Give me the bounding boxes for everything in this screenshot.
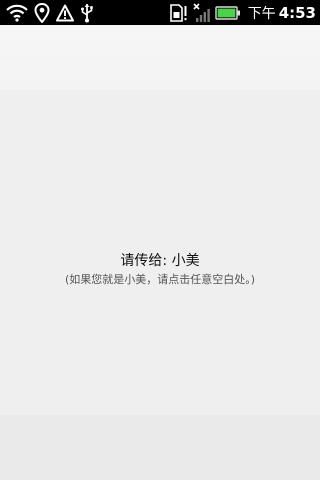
screen[interactable]: 下午 4:53 请传给: 小美 (如果您就是小美，请点击任意空白处。) (0, 0, 320, 480)
sim-card-alert-icon (169, 3, 187, 22)
prompt-title: 请传给: 小美 (120, 253, 200, 269)
clock-ampm: 下午 (247, 5, 276, 22)
clock: 下午 4:53 (248, 3, 316, 23)
prompt-hint: (如果您就是小美，请点击任意空白处。) (64, 273, 256, 286)
status-bar-system: 下午 4:53 (169, 2, 316, 23)
clock-time: 4:53 (278, 3, 316, 22)
bottom-band[interactable] (0, 415, 320, 480)
battery-icon (214, 5, 240, 20)
top-band[interactable] (0, 25, 320, 90)
handoff-prompt: 请传给: 小美 (如果您就是小美，请点击任意空白处。) (0, 252, 320, 287)
status-bar: 下午 4:53 (0, 0, 320, 25)
usb-icon (81, 3, 93, 22)
status-bar-notifications (6, 2, 94, 23)
signal-off-icon (193, 2, 210, 22)
location-pin-icon (34, 2, 50, 23)
warning-icon (56, 4, 74, 21)
wifi-icon (6, 4, 28, 22)
